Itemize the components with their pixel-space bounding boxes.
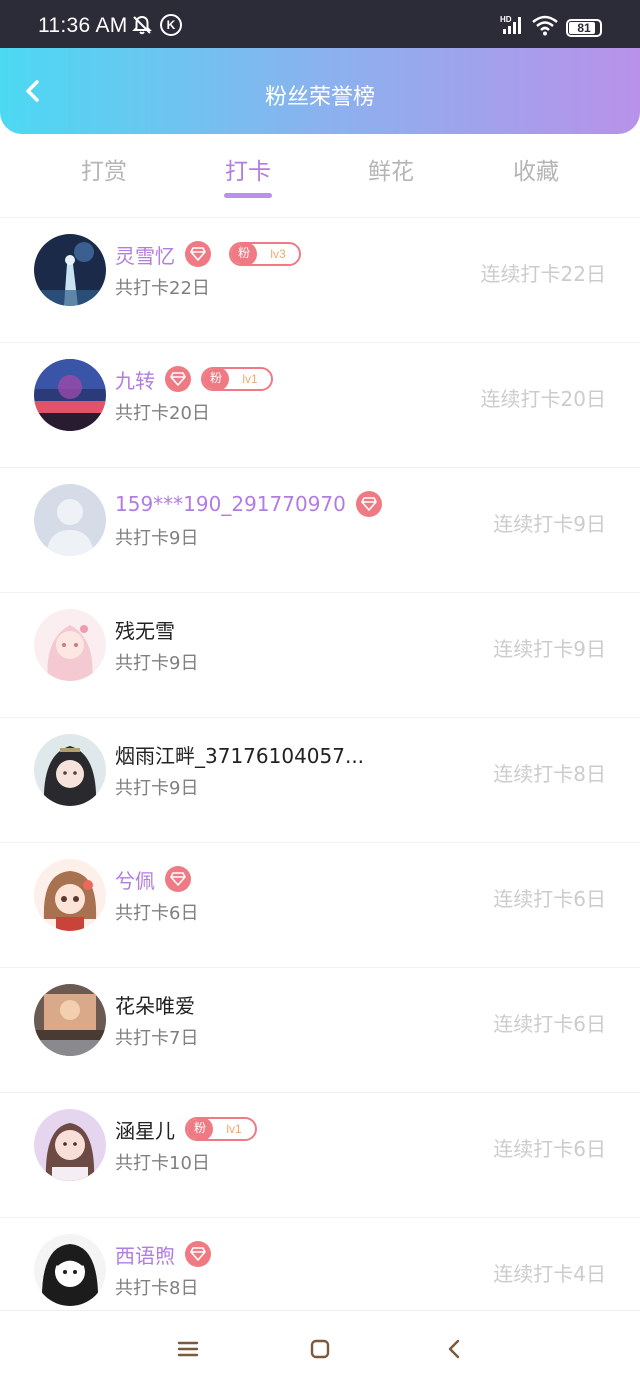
list-item[interactable]: 花朵唯爱 共打卡7日 连续打卡6日 [0,967,640,1092]
list-item[interactable]: 烟雨江畔_37176104057... 共打卡9日 连续打卡8日 [0,717,640,842]
status-bar: 11:36 AM K HD 81 [0,0,640,48]
list-item[interactable]: 兮佩 共打卡6日 连续打卡6日 [0,842,640,967]
total-checkin: 共打卡7日 [115,1028,199,1049]
home-square-icon[interactable] [309,1338,331,1360]
name-line: 残无雪 [115,615,175,643]
status-time: 11:36 AM [38,14,128,37]
avatar[interactable] [34,484,106,556]
back-triangle-icon[interactable] [443,1338,465,1360]
fan-name: 159***190_291770970 [115,492,346,516]
fan-name: 灵雪忆 [115,243,175,268]
diamond-icon [165,866,191,892]
total-checkin: 共打卡9日 [115,653,199,674]
k-circle-icon: K [160,14,182,36]
fan-badge-char: 粉 [203,369,229,389]
system-nav-bar [0,1310,640,1387]
streak-checkin: 连续打卡22日 [480,262,606,286]
name-line: 烟雨江畔_37176104057... [115,740,364,768]
fan-badge-level: lv1 [226,1122,242,1136]
total-checkin: 共打卡20日 [115,403,210,424]
total-checkin: 共打卡8日 [115,1278,199,1299]
fan-badge-level: lv1 [242,372,258,386]
total-checkin: 共打卡6日 [115,903,199,924]
total-checkin: 共打卡22日 [115,278,210,299]
fan-name: 西语煦 [115,1243,175,1268]
streak-checkin: 连续打卡4日 [493,1262,606,1286]
active-tab-indicator [224,193,272,198]
avatar[interactable] [34,1234,106,1306]
tab-shoucang[interactable]: 收藏 [486,152,586,186]
fan-name: 九转 [115,368,155,393]
wifi-icon [532,15,558,36]
fan-badge-char: 粉 [187,1119,213,1139]
fan-level-badge: 粉 lv3 [229,242,301,266]
list-item[interactable]: 九转 粉 lv1 共打卡20日 连续打卡20日 [0,342,640,467]
avatar[interactable] [34,609,106,681]
streak-checkin: 连续打卡9日 [493,512,606,536]
svg-text:HD: HD [500,15,512,24]
tab-bar: 打赏 打卡 鲜花 收藏 [0,134,640,212]
list-item[interactable]: 159***190_291770970 共打卡9日 连续打卡9日 [0,467,640,592]
tab-daka[interactable]: 打卡 [198,152,298,186]
diamond-icon [165,366,191,392]
name-line: 兮佩 [115,865,191,893]
list-item[interactable]: 残无雪 共打卡9日 连续打卡9日 [0,592,640,717]
list-item[interactable]: 灵雪忆 粉 lv3 共打卡22日 连续打卡22日 [0,217,640,342]
fan-name: 涵星儿 [115,1118,175,1143]
fan-name: 兮佩 [115,868,155,893]
name-line: 花朵唯爱 [115,990,195,1018]
streak-checkin: 连续打卡8日 [493,762,606,786]
name-line: 西语煦 [115,1240,211,1268]
page-title: 粉丝荣誉榜 [264,85,375,110]
total-checkin: 共打卡9日 [115,778,199,799]
menu-icon[interactable] [177,1338,199,1360]
avatar[interactable] [34,984,106,1056]
name-line: 涵星儿 粉 lv1 [115,1115,257,1143]
avatar[interactable] [34,734,106,806]
name-line: 159***190_291770970 [115,490,382,518]
fan-name: 花朵唯爱 [115,993,195,1018]
streak-checkin: 连续打卡6日 [493,1012,606,1036]
fan-badge-level: lv3 [270,247,286,261]
fan-level-badge: 粉 lv1 [201,367,273,391]
bell-off-icon [132,15,152,35]
avatar[interactable] [34,234,106,306]
fan-name: 残无雪 [115,618,175,643]
total-checkin: 共打卡9日 [115,528,199,549]
tab-dashang[interactable]: 打赏 [54,152,154,186]
name-line: 灵雪忆 粉 lv3 [115,240,301,268]
name-line: 九转 粉 lv1 [115,365,273,393]
fan-name: 烟雨江畔_37176104057... [115,743,365,768]
streak-checkin: 连续打卡6日 [493,1137,606,1161]
avatar[interactable] [34,859,106,931]
diamond-icon [185,1241,211,1267]
diamond-icon [185,241,211,267]
avatar[interactable] [34,1109,106,1181]
tab-xianhua[interactable]: 鲜花 [341,152,441,186]
page-header: 粉丝荣誉榜 [0,48,640,134]
avatar[interactable] [34,359,106,431]
diamond-icon [355,491,382,517]
fan-badge-char: 粉 [231,244,257,264]
streak-checkin: 连续打卡20日 [480,387,606,411]
total-checkin: 共打卡10日 [115,1153,210,1174]
hd-signal-icon: HD [500,15,521,34]
fan-level-badge: 粉 lv1 [185,1117,257,1141]
battery-level: 81 [577,21,591,35]
streak-checkin: 连续打卡9日 [493,637,606,661]
streak-checkin: 连续打卡6日 [493,887,606,911]
list-item[interactable]: 涵星儿 粉 lv1 共打卡10日 连续打卡6日 [0,1092,640,1217]
battery-icon: 81 [566,19,602,37]
